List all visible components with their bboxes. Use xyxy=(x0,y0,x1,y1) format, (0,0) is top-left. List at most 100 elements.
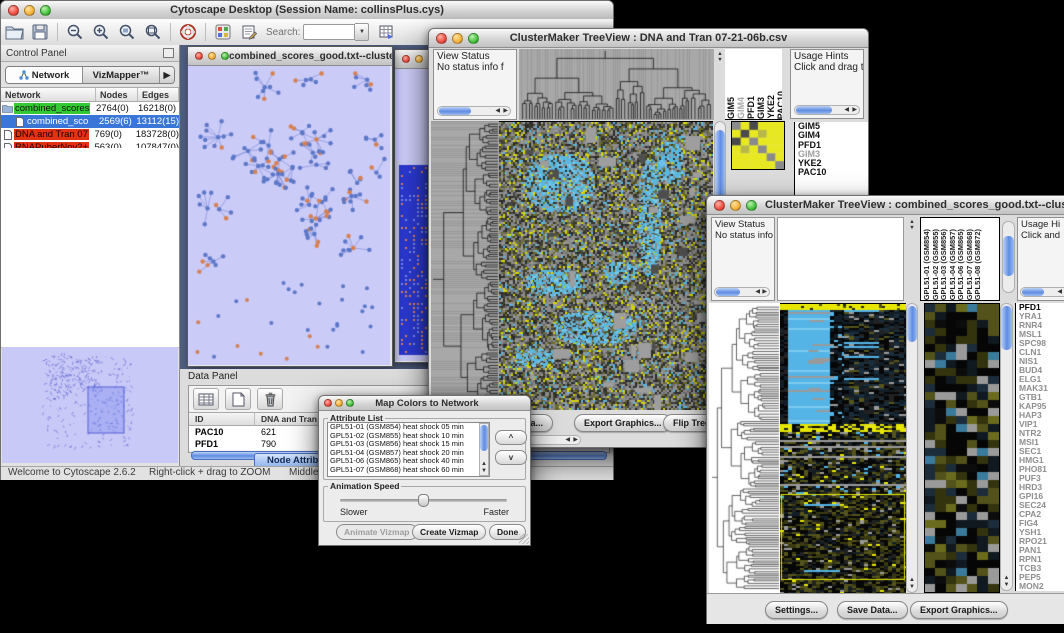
gene-label[interactable]: SEC1 xyxy=(1019,447,1064,456)
zoom-button[interactable] xyxy=(468,33,479,44)
vizmapper-icon[interactable] xyxy=(210,21,236,43)
attribute-list[interactable]: GPL51-01 (GSM854) heat shock 05 minGPL51… xyxy=(327,422,490,477)
gene-label[interactable]: BUD4 xyxy=(1019,366,1064,375)
create-vizmap-button[interactable]: Create Vizmap xyxy=(412,524,486,540)
close-button[interactable] xyxy=(714,200,725,211)
search-input[interactable] xyxy=(303,24,355,40)
close-button[interactable] xyxy=(436,33,447,44)
gene-label[interactable]: PEP5 xyxy=(1019,573,1064,582)
column-header[interactable]: Network xyxy=(1,88,96,101)
array-label[interactable]: GPL51-06 (GSM865) xyxy=(957,229,965,300)
open-folder-icon[interactable] xyxy=(1,21,27,43)
view-status-scrollbar[interactable]: ◀▶ xyxy=(437,106,511,116)
tab-vizmapper[interactable]: VizMapper™ xyxy=(83,67,160,83)
tab-network[interactable]: Network xyxy=(6,67,83,83)
network-window-1-titlebar[interactable]: combined_scores_good.txt--cluste... xyxy=(188,47,392,66)
gene-label[interactable]: RPN1 xyxy=(1019,555,1064,564)
gene-label[interactable]: PAC10 xyxy=(798,168,868,177)
gene-label[interactable]: PFD1 xyxy=(1019,303,1064,312)
zoom-heatmap-thumbnail[interactable] xyxy=(731,121,785,170)
array-label[interactable]: GIM4 xyxy=(737,97,746,119)
gene-label[interactable]: ELG1 xyxy=(1019,375,1064,384)
delete-attribute-icon[interactable] xyxy=(257,388,283,410)
scroll-arrows[interactable]: ▲▼ xyxy=(715,51,725,63)
network-tree-area[interactable] xyxy=(1,148,179,348)
annotation-icon[interactable] xyxy=(236,21,262,43)
minimize-button[interactable] xyxy=(730,200,741,211)
network-window-1[interactable]: combined_scores_good.txt--cluste... xyxy=(187,46,393,367)
array-dendrogram-area[interactable] xyxy=(777,217,904,301)
close-button[interactable] xyxy=(402,55,410,63)
network-row[interactable]: combined_sco2569(6)13112(15) xyxy=(1,115,179,128)
zoom-button[interactable] xyxy=(746,200,757,211)
gene-label[interactable]: FIG4 xyxy=(1019,519,1064,528)
array-label[interactable]: PFD1 xyxy=(747,96,756,119)
view-status-scrollbar[interactable]: ◀▶ xyxy=(714,287,770,297)
array-label[interactable]: GPL51-08 (GSM872) xyxy=(974,229,982,300)
gene-label[interactable]: MON2 xyxy=(1019,582,1064,591)
select-attributes-icon[interactable] xyxy=(193,388,219,410)
network-row[interactable]: combined_scores2764(0)16218(0) xyxy=(1,102,179,115)
array-label[interactable]: PAC10 xyxy=(777,91,782,119)
animate-vizmap-button[interactable]: Animate Vizmap xyxy=(336,524,418,540)
array-label-strip[interactable]: GPL51-01 (GSM854)GPL51-02 (GSM855)GPL51-… xyxy=(920,217,1000,301)
gene-label[interactable]: MSL1 xyxy=(1019,330,1064,339)
gene-label[interactable]: TCB3 xyxy=(1019,564,1064,573)
gene-label[interactable]: SPC98 xyxy=(1019,339,1064,348)
gene-label[interactable]: VIP1 xyxy=(1019,420,1064,429)
zoom-heatmap-scrollbar[interactable]: ▲▼ xyxy=(1000,303,1013,591)
import-table-icon[interactable] xyxy=(373,21,399,43)
settings-button[interactable]: Settings... xyxy=(765,601,828,619)
usage-hints-scrollbar[interactable]: ◀▶ xyxy=(794,105,860,115)
zoom-fit-icon[interactable] xyxy=(140,21,166,43)
gene-label[interactable]: RPO21 xyxy=(1019,537,1064,546)
global-heatmap[interactable] xyxy=(499,121,713,410)
gene-label[interactable]: PHO81 xyxy=(1019,465,1064,474)
network-canvas-1[interactable] xyxy=(188,66,390,365)
array-label[interactable]: GIM5 xyxy=(727,97,736,119)
zoom-button[interactable] xyxy=(346,399,354,407)
gene-dendrogram[interactable] xyxy=(709,303,780,593)
gene-label[interactable]: GTB1 xyxy=(1019,393,1064,402)
export-graphics-button[interactable]: Export Graphics... xyxy=(574,414,672,432)
gene-label[interactable]: YSH1 xyxy=(1019,528,1064,537)
gene-label[interactable]: SEC24 xyxy=(1019,501,1064,510)
minimize-button[interactable] xyxy=(452,33,463,44)
close-button[interactable] xyxy=(195,52,203,60)
zoom-in-icon[interactable] xyxy=(88,21,114,43)
gene-label[interactable]: HRD3 xyxy=(1019,483,1064,492)
save-data-button[interactable]: Save Data... xyxy=(837,601,908,619)
gene-dendrogram[interactable] xyxy=(431,121,499,409)
create-attribute-icon[interactable] xyxy=(225,388,251,410)
array-label[interactable]: GPL51-01 (GSM854) xyxy=(923,229,931,300)
array-dendrogram[interactable] xyxy=(519,49,714,120)
help-lifebuoy-icon[interactable] xyxy=(175,21,201,43)
tab-[interactable]: ▶ xyxy=(160,67,174,83)
minimize-button[interactable] xyxy=(24,5,35,16)
network-row[interactable]: DNA and Tran 07769(0)183728(0) xyxy=(1,128,179,141)
gene-label[interactable]: RNR4 xyxy=(1019,321,1064,330)
gene-label[interactable]: NIS1 xyxy=(1019,357,1064,366)
array-labels-scrollbar[interactable] xyxy=(1002,221,1015,293)
gene-label[interactable]: YRA1 xyxy=(1019,312,1064,321)
gene-label[interactable]: KAP95 xyxy=(1019,402,1064,411)
gene-label[interactable]: PUF3 xyxy=(1019,474,1064,483)
gene-label[interactable]: HMG1 xyxy=(1019,456,1064,465)
speed-slider-thumb[interactable] xyxy=(418,494,429,507)
gene-label[interactable]: MAK31 xyxy=(1019,384,1064,393)
zoom-out-icon[interactable] xyxy=(62,21,88,43)
minimize-button[interactable] xyxy=(208,52,216,60)
treeview1-titlebar[interactable]: ClusterMaker TreeView : DNA and Tran 07-… xyxy=(429,29,868,48)
array-label-strip[interactable]: GIM5GIM4PFD1GIM3YKE2PAC10 xyxy=(725,49,782,120)
zoom-button[interactable] xyxy=(40,5,51,16)
close-button[interactable] xyxy=(324,399,332,407)
zoom-selected-icon[interactable] xyxy=(114,21,140,43)
treeview2-titlebar[interactable]: ClusterMaker TreeView : combined_scores_… xyxy=(707,196,1064,215)
gene-label-list[interactable]: PFD1YRA1RNR4MSL1SPC98CLN1NIS1BUD4ELG1MAK… xyxy=(1015,303,1064,591)
scroll-arrows[interactable]: ▲▼ xyxy=(906,219,918,231)
gene-label[interactable]: CLN1 xyxy=(1019,348,1064,357)
birds-eye-view[interactable] xyxy=(2,347,178,463)
dialog-titlebar[interactable]: Map Colors to Network xyxy=(319,396,530,411)
float-panel-icon[interactable] xyxy=(163,48,174,58)
zoom-button[interactable] xyxy=(221,52,229,60)
